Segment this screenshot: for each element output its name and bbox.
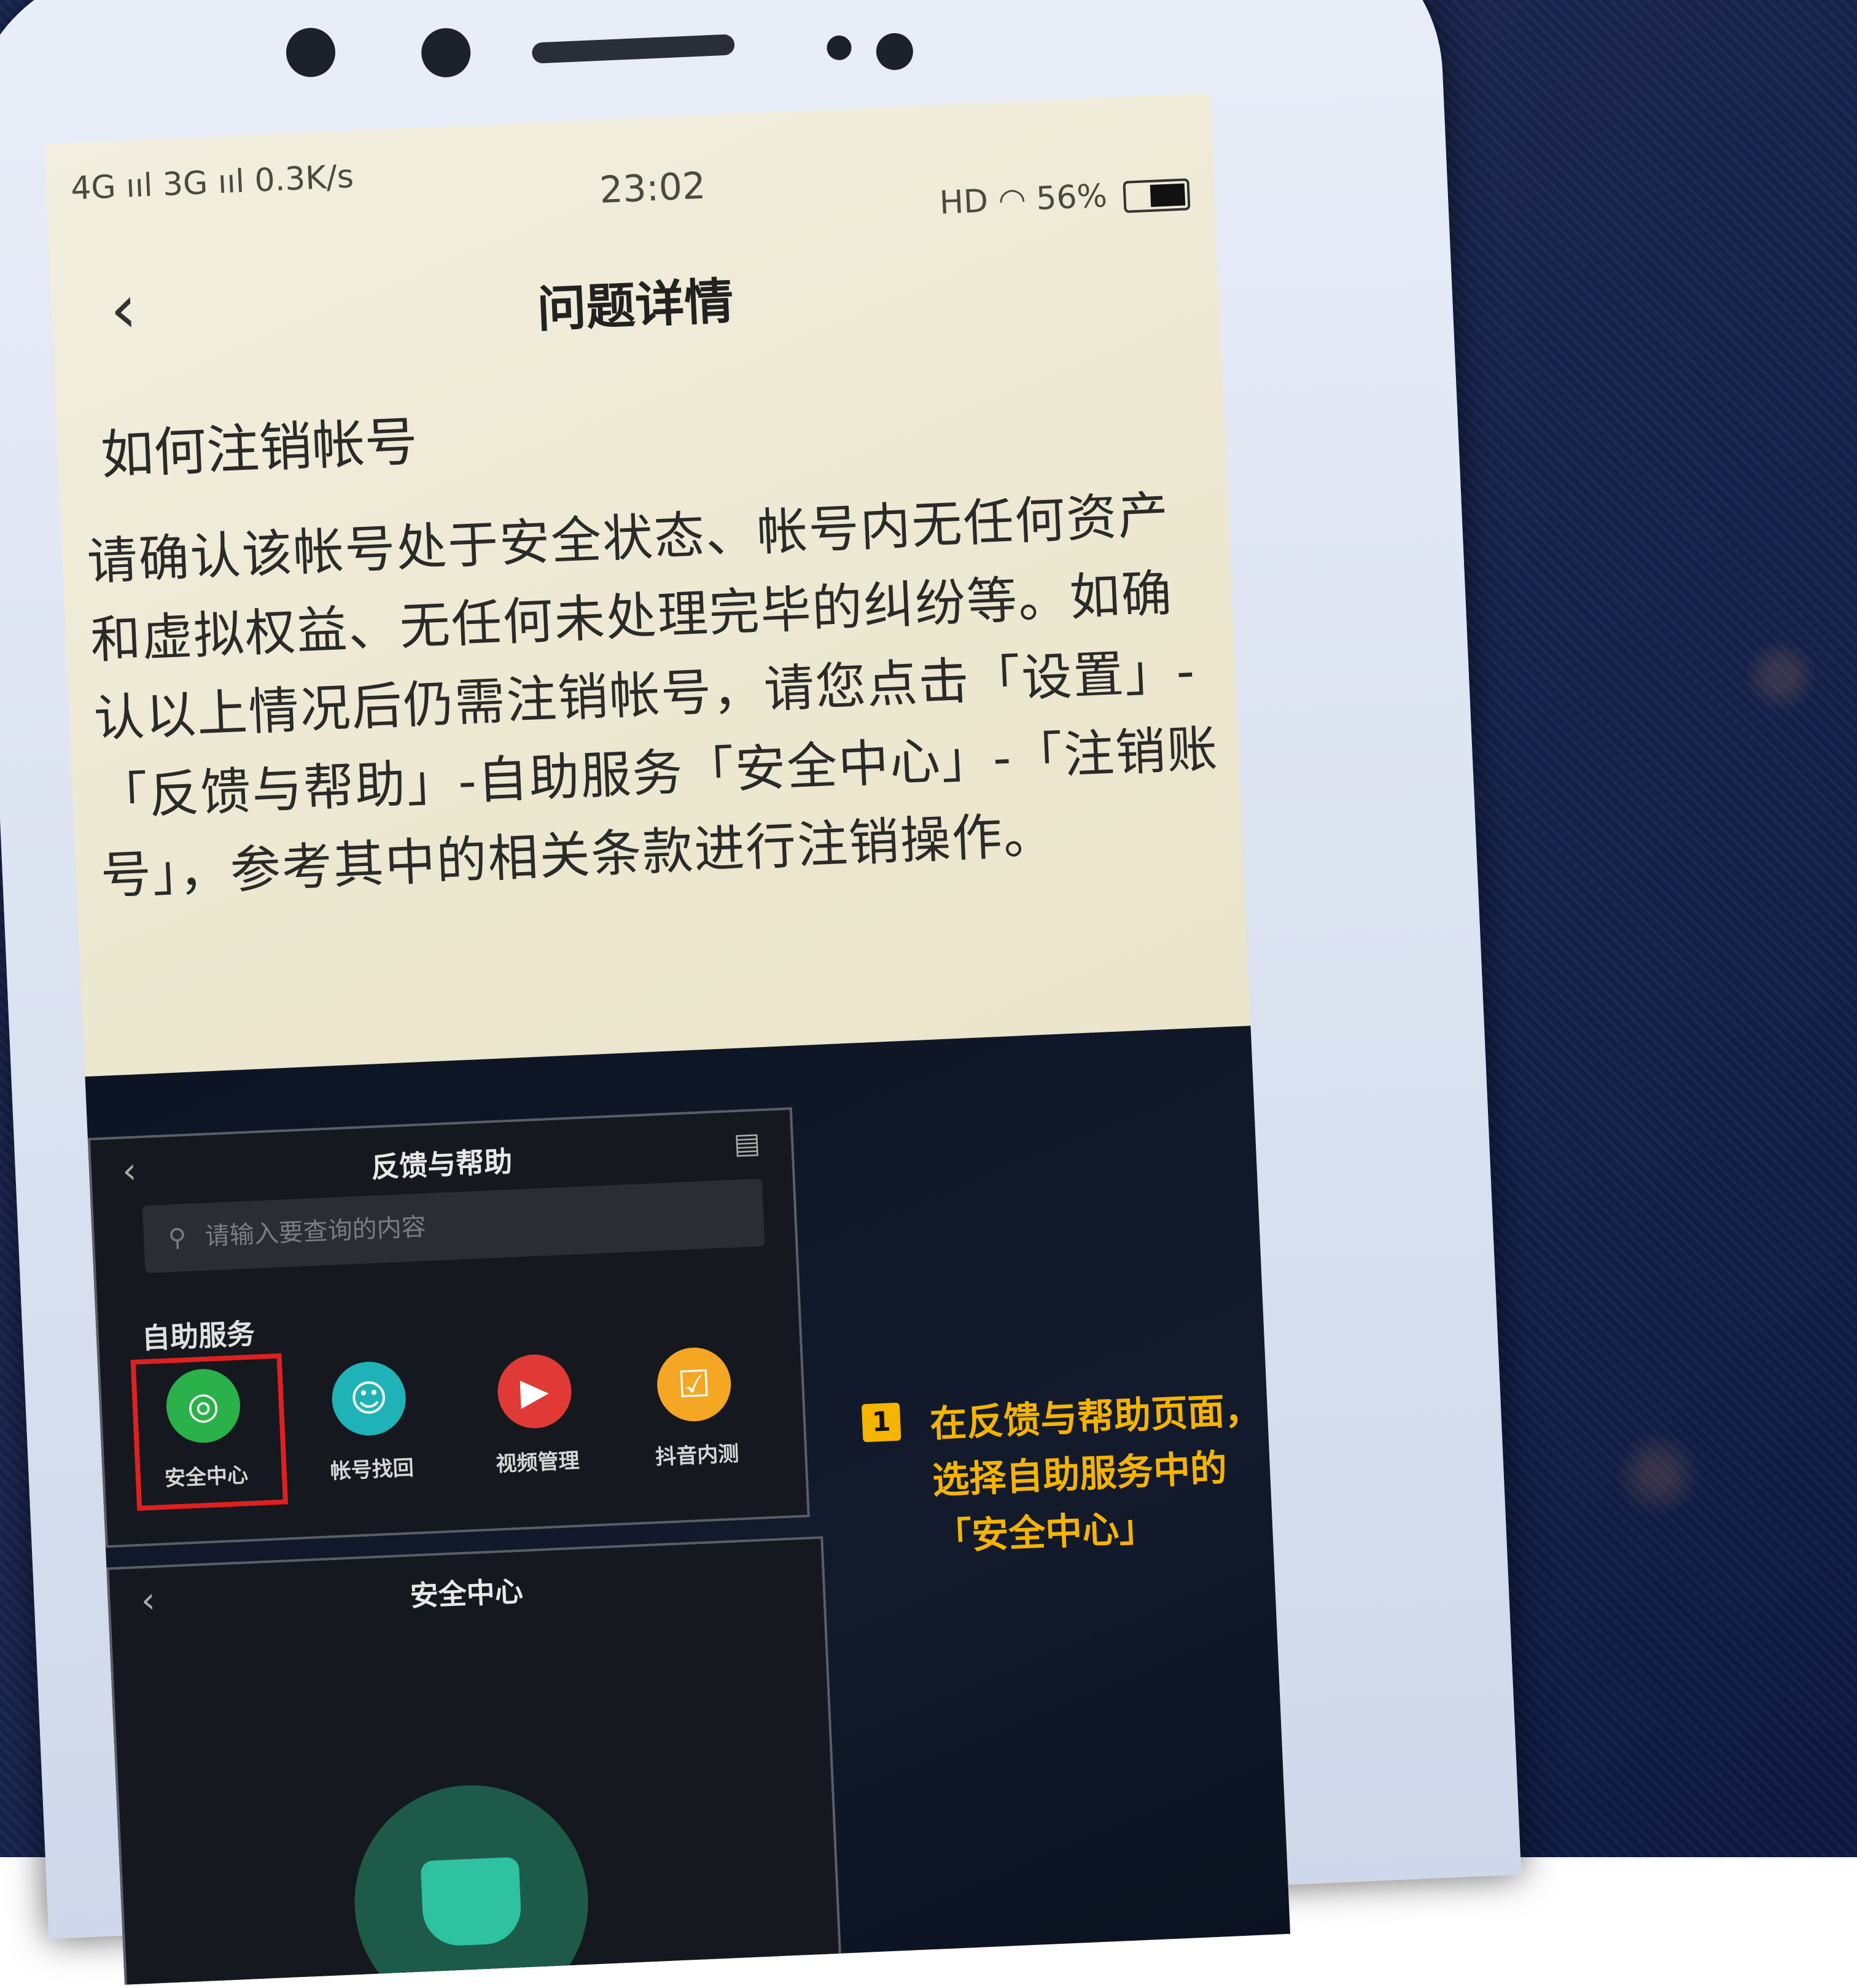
step-text: 在反馈与帮助页面，选择自助服务中的「安全中心」	[929, 1389, 1263, 1559]
front-camera-icon	[420, 27, 472, 79]
search-input[interactable]: ⚲ 请输入要查询的内容	[142, 1179, 765, 1274]
network-status: 4G ııl 3G ııl 0.3K/s	[70, 158, 355, 208]
instruction-illustration: ‹ 反馈与帮助 ▤ ⚲ 请输入要查询的内容 自助服务 ◎ 安全中心 ☺ 帐号找回…	[85, 1026, 1291, 1985]
service-video-management[interactable]: ▶ 视频管理	[472, 1352, 599, 1478]
status-bar: 4G ııl 3G ııl 0.3K/s 23:02 HD ◠ 56%	[69, 106, 1191, 222]
battery-percent: 56%	[1035, 177, 1108, 218]
battery-icon	[1123, 178, 1191, 213]
phone-body: 4G ııl 3G ııl 0.3K/s 23:02 HD ◠ 56% ‹ 问题…	[0, 0, 1522, 1985]
sensor-icon	[875, 32, 914, 71]
service-account-recovery[interactable]: ☺ 帐号找回	[306, 1359, 434, 1486]
wifi-icon: ◠	[997, 181, 1027, 219]
question-title: 如何注销帐号	[99, 411, 419, 486]
person-icon: ☺	[330, 1360, 408, 1437]
search-icon: ⚲	[168, 1223, 187, 1253]
search-placeholder: 请输入要查询的内容	[204, 1213, 427, 1251]
feedback-help-panel: ‹ 反馈与帮助 ▤ ⚲ 请输入要查询的内容 自助服务 ◎ 安全中心 ☺ 帐号找回…	[87, 1107, 810, 1548]
earpiece	[531, 34, 735, 64]
sensor-icon	[826, 35, 852, 61]
step-number: 1	[861, 1402, 901, 1443]
service-label: 抖音内测	[655, 1441, 740, 1470]
panel-title: 安全中心	[409, 1574, 524, 1613]
status-right: HD ◠ 56%	[939, 174, 1191, 222]
front-camera-icon	[285, 26, 337, 79]
hd-label: HD	[938, 182, 989, 222]
screen: 4G ııl 3G ııl 0.3K/s 23:02 HD ◠ 56% ‹ 问题…	[44, 93, 1291, 1985]
page-title: 问题详情	[535, 272, 735, 338]
clock: 23:02	[598, 164, 707, 212]
video-icon: ▶	[496, 1353, 574, 1430]
service-beta-test[interactable]: ☑ 抖音内测	[631, 1345, 759, 1472]
document-icon: ▤	[733, 1126, 761, 1161]
clipboard-icon: ☑	[655, 1346, 733, 1423]
section-label: 自助服务	[141, 1317, 256, 1355]
service-label: 视频管理	[495, 1448, 580, 1477]
service-label: 帐号找回	[329, 1456, 415, 1484]
answer-body: 请确认该帐号处于安全状态、帐号内无任何资产和虚拟权益、无任何未处理完毕的纠纷等。…	[85, 486, 1220, 906]
highlight-box	[130, 1353, 289, 1511]
